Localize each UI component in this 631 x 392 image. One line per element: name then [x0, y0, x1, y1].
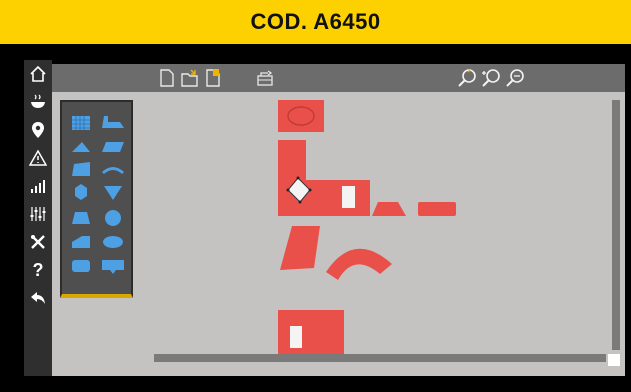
layout-icon[interactable]	[256, 68, 278, 88]
arc-shape-icon[interactable]	[102, 167, 124, 174]
ellipse-shape-icon[interactable]	[103, 236, 123, 248]
nesting-pieces	[278, 100, 456, 356]
back-arrow-icon[interactable]	[24, 286, 52, 310]
grid-pattern-icon[interactable]	[72, 116, 90, 130]
piece-bottom-window	[290, 326, 302, 348]
zoom-fit-icon[interactable]	[504, 68, 526, 88]
tools-icon[interactable]	[24, 230, 52, 254]
shape-palette	[60, 100, 133, 298]
left-toolbar: ?	[24, 60, 52, 376]
new-file-icon[interactable]	[158, 68, 180, 88]
piece-rect-with-oval[interactable]	[278, 100, 324, 132]
boot-shape-icon[interactable]	[102, 116, 124, 128]
signal-strength-icon[interactable]	[24, 174, 52, 198]
piece-l-window	[342, 186, 355, 208]
save-file-icon[interactable]	[204, 68, 226, 88]
piece-bottom-rect[interactable]	[278, 310, 344, 356]
vertical-scrollbar[interactable]	[612, 100, 620, 350]
product-code-banner: COD. A6450	[0, 0, 631, 44]
piece-arc[interactable]	[326, 248, 392, 280]
zoom-in-icon[interactable]	[456, 68, 478, 88]
bowl-steam-icon[interactable]	[24, 90, 52, 114]
hexagon-shape-icon[interactable]	[75, 184, 87, 200]
speech-bubble-shape-icon[interactable]	[102, 260, 124, 274]
cut-rectangle-shape-icon[interactable]	[72, 236, 90, 248]
open-folder-icon[interactable]	[180, 68, 202, 88]
piece-quad[interactable]	[280, 226, 320, 270]
circle-shape-icon[interactable]	[105, 210, 121, 226]
triangle-shape-icon[interactable]	[72, 142, 90, 152]
horizontal-scrollbar[interactable]	[154, 354, 606, 362]
equalizer-icon[interactable]	[24, 202, 52, 226]
top-toolbar	[52, 64, 625, 92]
warning-icon[interactable]	[24, 146, 52, 170]
piece-trapezoid[interactable]	[372, 202, 406, 216]
zoom-plus-icon[interactable]	[480, 68, 502, 88]
parallelogram-shape-icon[interactable]	[102, 142, 124, 152]
piece-small-rect[interactable]	[418, 202, 456, 216]
location-pin-icon[interactable]	[24, 118, 52, 142]
help-icon[interactable]: ?	[24, 258, 52, 282]
trapezoid-base-shape-icon[interactable]	[72, 212, 90, 224]
rounded-rectangle-shape-icon[interactable]	[72, 260, 90, 272]
scroll-corner	[608, 354, 620, 366]
trapezoid-shape-icon[interactable]	[72, 162, 90, 176]
product-code: COD. A6450	[250, 9, 381, 34]
piece-l-shape[interactable]	[278, 140, 370, 216]
inverted-triangle-shape-icon[interactable]	[104, 186, 122, 200]
cutting-canvas[interactable]	[52, 92, 625, 376]
help-label: ?	[32, 259, 44, 280]
home-icon[interactable]	[24, 62, 52, 86]
